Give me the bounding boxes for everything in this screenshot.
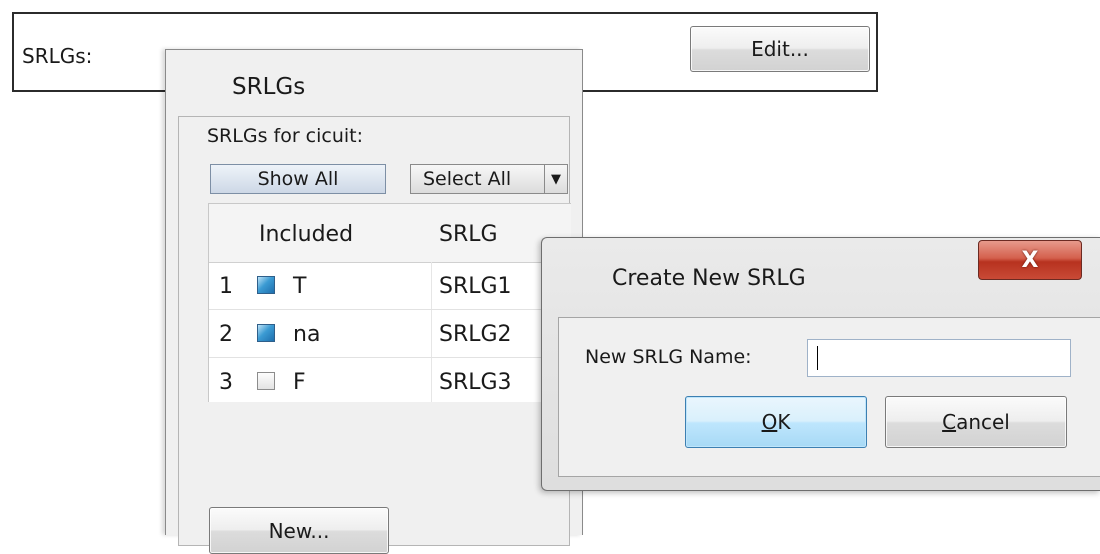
cancel-label-rest: ancel: [956, 410, 1010, 434]
new-button-label: New...: [268, 518, 330, 543]
ok-label-rest: K: [777, 410, 791, 434]
close-icon: X: [1021, 247, 1039, 273]
srlgs-dialog: SRLGs SRLGs for cicuit: Show All Select …: [165, 49, 583, 554]
checkbox-checked-icon[interactable]: [257, 276, 275, 294]
text-caret: [817, 346, 818, 370]
srlgs-for-circuit-label: SRLGs for cicuit:: [207, 125, 364, 147]
create-dialog-body: New SRLG Name: OK Cancel: [558, 317, 1100, 477]
new-srlg-name-input[interactable]: [807, 339, 1071, 377]
table-row[interactable]: 1 T SRLG1: [209, 262, 571, 310]
edit-button[interactable]: Edit...: [690, 26, 870, 72]
cancel-button[interactable]: Cancel: [885, 396, 1067, 448]
column-header-included[interactable]: Included: [259, 222, 353, 247]
srlgs-label: SRLGs:: [22, 44, 93, 68]
checkbox-checked-icon[interactable]: [257, 324, 275, 342]
edit-button-label: Edit...: [751, 37, 809, 61]
srlg-table: Included SRLG 1 T SRLG1 2 na SRLG2 3 F S…: [208, 203, 571, 402]
srlg-value: SRLG3: [439, 370, 512, 395]
triangle-down-icon[interactable]: ▼: [544, 165, 567, 193]
select-all-dropdown[interactable]: Select All ▼: [410, 164, 568, 194]
ok-mnemonic: O: [761, 410, 778, 434]
row-number: 2: [219, 322, 233, 347]
table-row[interactable]: 3 F SRLG3: [209, 358, 571, 402]
included-value: T: [293, 274, 307, 299]
column-header-srlg[interactable]: SRLG: [439, 222, 498, 247]
row-number: 1: [219, 274, 233, 299]
create-new-srlg-dialog: Create New SRLG X New SRLG Name: OK Canc…: [541, 237, 1100, 491]
checkbox-unchecked-icon[interactable]: [257, 372, 275, 390]
row-number: 3: [219, 370, 233, 395]
srlgs-group: SRLGs for cicuit: Show All Select All ▼ …: [178, 116, 571, 554]
new-button[interactable]: New...: [209, 507, 389, 554]
cancel-button-label: Cancel: [942, 410, 1010, 434]
show-all-button[interactable]: Show All: [210, 164, 386, 194]
table-row[interactable]: 2 na SRLG2: [209, 310, 571, 358]
srlgs-dialog-title: SRLGs: [232, 74, 306, 100]
new-srlg-name-label: New SRLG Name:: [585, 346, 752, 368]
ok-button[interactable]: OK: [685, 396, 867, 448]
show-all-label: Show All: [257, 168, 339, 190]
select-all-label: Select All: [423, 168, 512, 190]
close-button[interactable]: X: [978, 240, 1082, 280]
srlg-value: SRLG2: [439, 322, 512, 347]
srlg-value: SRLG1: [439, 274, 512, 299]
included-value: F: [293, 370, 306, 395]
cancel-mnemonic: C: [942, 410, 957, 434]
create-dialog-title: Create New SRLG: [612, 266, 806, 291]
table-header: Included SRLG: [209, 204, 571, 263]
included-value: na: [293, 322, 321, 347]
ok-button-label: OK: [762, 410, 791, 434]
